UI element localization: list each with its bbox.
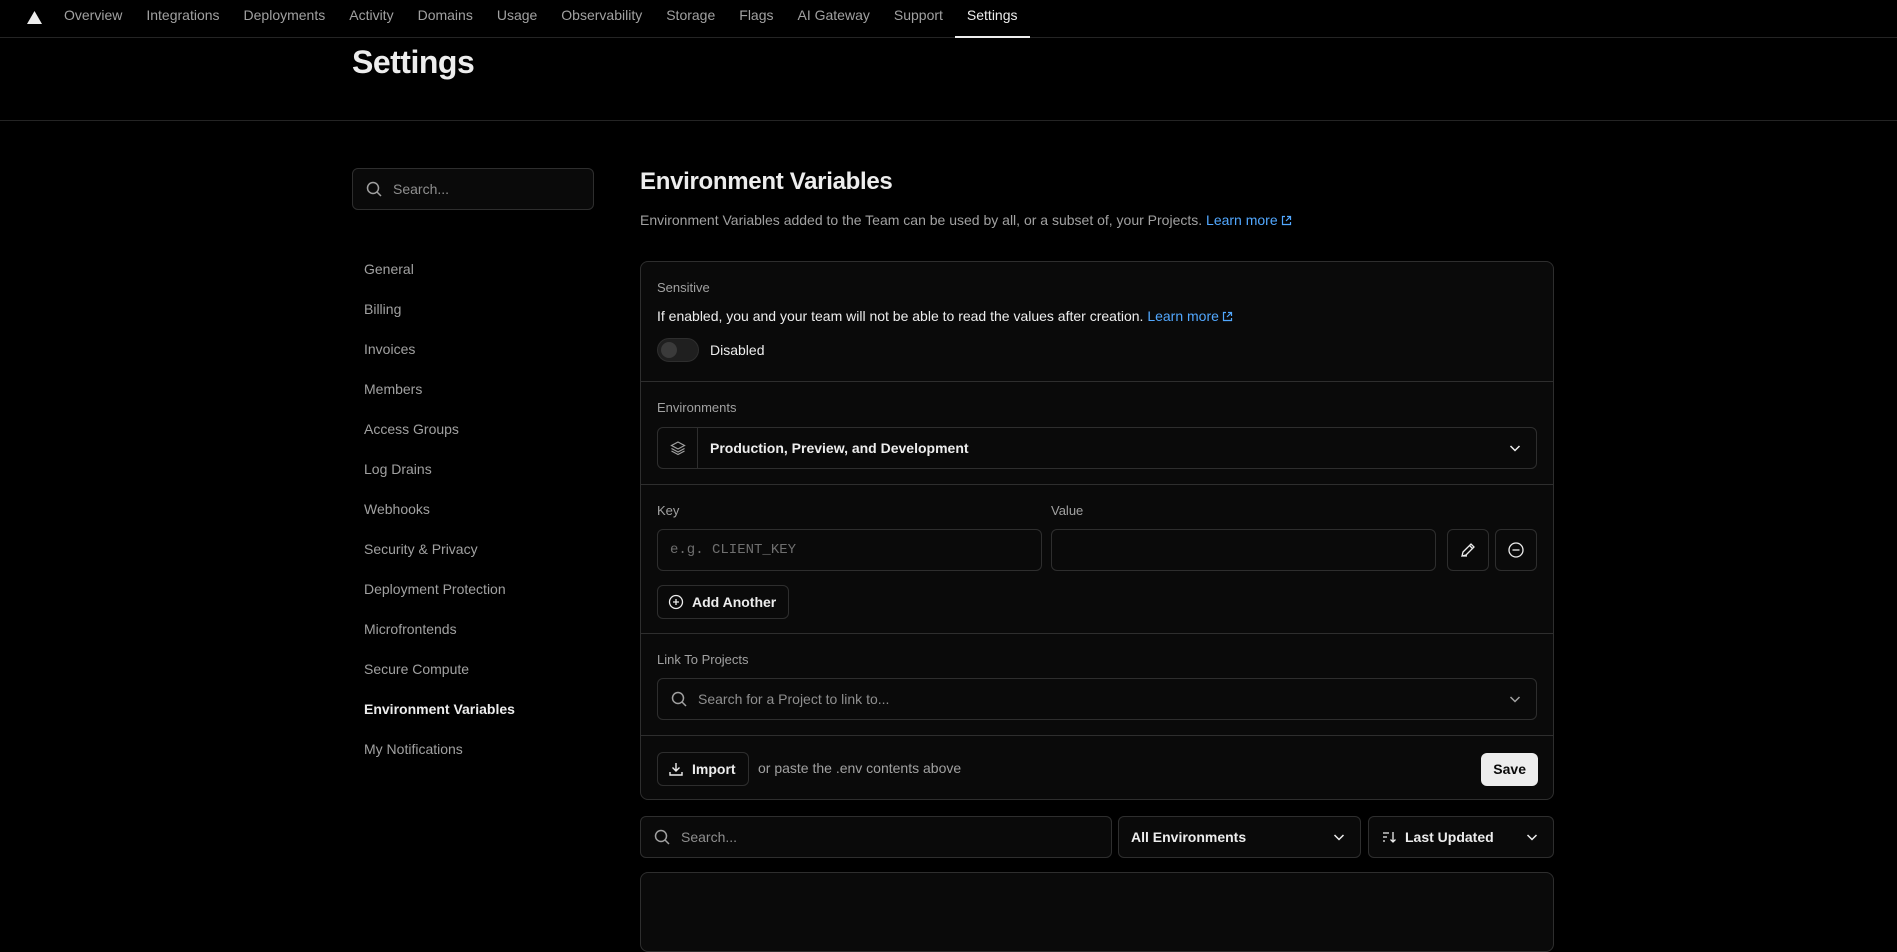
environments-selected-value: Production, Preview, and Development xyxy=(710,440,969,456)
section-description-text: Environment Variables added to the Team … xyxy=(640,212,1203,228)
chevron-down-icon xyxy=(1333,834,1345,841)
key-input[interactable] xyxy=(658,530,1041,570)
top-navigation: Overview Integrations Deployments Activi… xyxy=(0,0,1897,38)
section-title: Environment Variables xyxy=(640,168,893,195)
add-another-button[interactable]: Add Another xyxy=(657,585,790,619)
environments-label: Environments xyxy=(657,400,737,415)
tab-overview[interactable]: Overview xyxy=(52,0,134,38)
learn-more-link[interactable]: Learn more xyxy=(1206,212,1292,228)
sidebar-item-deployment-protection[interactable]: Deployment Protection xyxy=(364,575,515,615)
sidebar-search[interactable] xyxy=(352,168,594,210)
env-list-search-input[interactable] xyxy=(681,829,1061,845)
main-content: Environment Variables Environment Variab… xyxy=(640,168,1554,228)
sidebar-item-invoices[interactable]: Invoices xyxy=(364,335,515,375)
key-input-box xyxy=(657,529,1042,571)
sidebar-item-environment-variables[interactable]: Environment Variables xyxy=(364,695,515,735)
sensitive-learn-more-link[interactable]: Learn more xyxy=(1147,308,1233,324)
add-another-label: Add Another xyxy=(692,594,777,610)
edit-value-button[interactable] xyxy=(1447,529,1489,571)
tab-support[interactable]: Support xyxy=(882,0,955,38)
chevron-down-icon xyxy=(1509,696,1521,703)
search-icon xyxy=(671,691,687,707)
tab-settings[interactable]: Settings xyxy=(954,0,1030,38)
link-projects-placeholder: Search for a Project to link to... xyxy=(698,691,890,707)
environment-filter-select[interactable]: All Environments xyxy=(1118,816,1361,858)
env-var-form-card: Sensitive If enabled, you and your team … xyxy=(640,261,1554,800)
toggle-state-label: Disabled xyxy=(710,342,765,358)
sensitive-label: Sensitive xyxy=(657,280,710,295)
page-header: Settings xyxy=(0,38,1897,121)
sort-value: Last Updated xyxy=(1405,829,1494,845)
toggle-knob xyxy=(661,342,677,358)
sidebar-item-my-notifications[interactable]: My Notifications xyxy=(364,735,515,775)
tab-integrations[interactable]: Integrations xyxy=(134,0,231,38)
key-label: Key xyxy=(657,503,680,518)
page-title: Settings xyxy=(352,44,475,80)
sort-select[interactable]: Last Updated xyxy=(1368,816,1554,858)
tab-storage[interactable]: Storage xyxy=(654,0,727,38)
sidebar-item-microfrontends[interactable]: Microfrontends xyxy=(364,615,515,655)
link-projects-label: Link To Projects xyxy=(657,652,749,667)
pencil-icon xyxy=(1461,543,1475,557)
external-link-icon xyxy=(1281,215,1291,226)
layers-icon xyxy=(669,441,686,456)
minus-circle-icon xyxy=(1508,542,1524,558)
value-label: Value xyxy=(1051,503,1084,518)
environments-row: Environments Production, Preview, and De… xyxy=(641,382,1553,485)
tab-ai-gateway[interactable]: AI Gateway xyxy=(786,0,882,38)
sidebar-nav: General Billing Invoices Members Access … xyxy=(364,255,515,775)
tab-observability[interactable]: Observability xyxy=(549,0,654,38)
sensitive-learn-more-label: Learn more xyxy=(1147,308,1219,324)
key-value-row: Key Value Add Another xyxy=(641,485,1553,634)
sidebar-item-general[interactable]: General xyxy=(364,255,515,295)
sidebar-item-access-groups[interactable]: Access Groups xyxy=(364,415,515,455)
value-input[interactable] xyxy=(1052,530,1435,570)
sidebar-search-input[interactable] xyxy=(393,181,573,197)
nav-tabs: Overview Integrations Deployments Activi… xyxy=(52,0,1030,38)
sidebar-item-security-privacy[interactable]: Security & Privacy xyxy=(364,535,515,575)
sort-icon xyxy=(1383,832,1396,843)
tab-domains[interactable]: Domains xyxy=(406,0,485,38)
search-icon xyxy=(654,829,670,845)
sidebar-item-billing[interactable]: Billing xyxy=(364,295,515,335)
save-button[interactable]: Save xyxy=(1481,753,1538,786)
environment-filter-value: All Environments xyxy=(1131,829,1247,845)
import-button[interactable]: Import xyxy=(657,752,749,786)
environments-select[interactable]: Production, Preview, and Development xyxy=(657,427,1537,469)
env-variables-list xyxy=(640,872,1554,952)
environments-icon-box xyxy=(658,428,698,468)
tab-deployments[interactable]: Deployments xyxy=(232,0,338,38)
plus-circle-icon xyxy=(668,594,684,610)
tab-usage[interactable]: Usage xyxy=(485,0,549,38)
sensitive-description: If enabled, you and your team will not b… xyxy=(657,308,1233,324)
sidebar-item-secure-compute[interactable]: Secure Compute xyxy=(364,655,515,695)
form-footer: Import or paste the .env contents above … xyxy=(641,736,1553,800)
remove-row-button[interactable] xyxy=(1495,529,1537,571)
sidebar-item-members[interactable]: Members xyxy=(364,375,515,415)
tab-flags[interactable]: Flags xyxy=(727,0,785,38)
learn-more-label: Learn more xyxy=(1206,212,1278,228)
sensitive-row: Sensitive If enabled, you and your team … xyxy=(641,262,1553,382)
download-icon xyxy=(669,763,683,776)
chevron-down-icon xyxy=(1526,834,1538,841)
link-projects-select[interactable]: Search for a Project to link to... xyxy=(657,678,1537,720)
section-description: Environment Variables added to the Team … xyxy=(640,212,1554,228)
sensitive-toggle[interactable] xyxy=(657,338,699,362)
import-label: Import xyxy=(692,761,736,777)
link-projects-row: Link To Projects Search for a Project to… xyxy=(641,634,1553,736)
sidebar-item-log-drains[interactable]: Log Drains xyxy=(364,455,515,495)
value-input-box xyxy=(1051,529,1436,571)
search-icon xyxy=(366,181,382,197)
external-link-icon xyxy=(1222,311,1233,322)
sensitive-description-text: If enabled, you and your team will not b… xyxy=(657,308,1144,324)
paste-hint: or paste the .env contents above xyxy=(758,760,962,776)
vercel-logo-icon[interactable] xyxy=(26,9,43,26)
tab-activity[interactable]: Activity xyxy=(337,0,405,38)
sidebar-item-webhooks[interactable]: Webhooks xyxy=(364,495,515,535)
chevron-down-icon xyxy=(1509,445,1521,452)
env-list-search[interactable] xyxy=(640,816,1112,858)
